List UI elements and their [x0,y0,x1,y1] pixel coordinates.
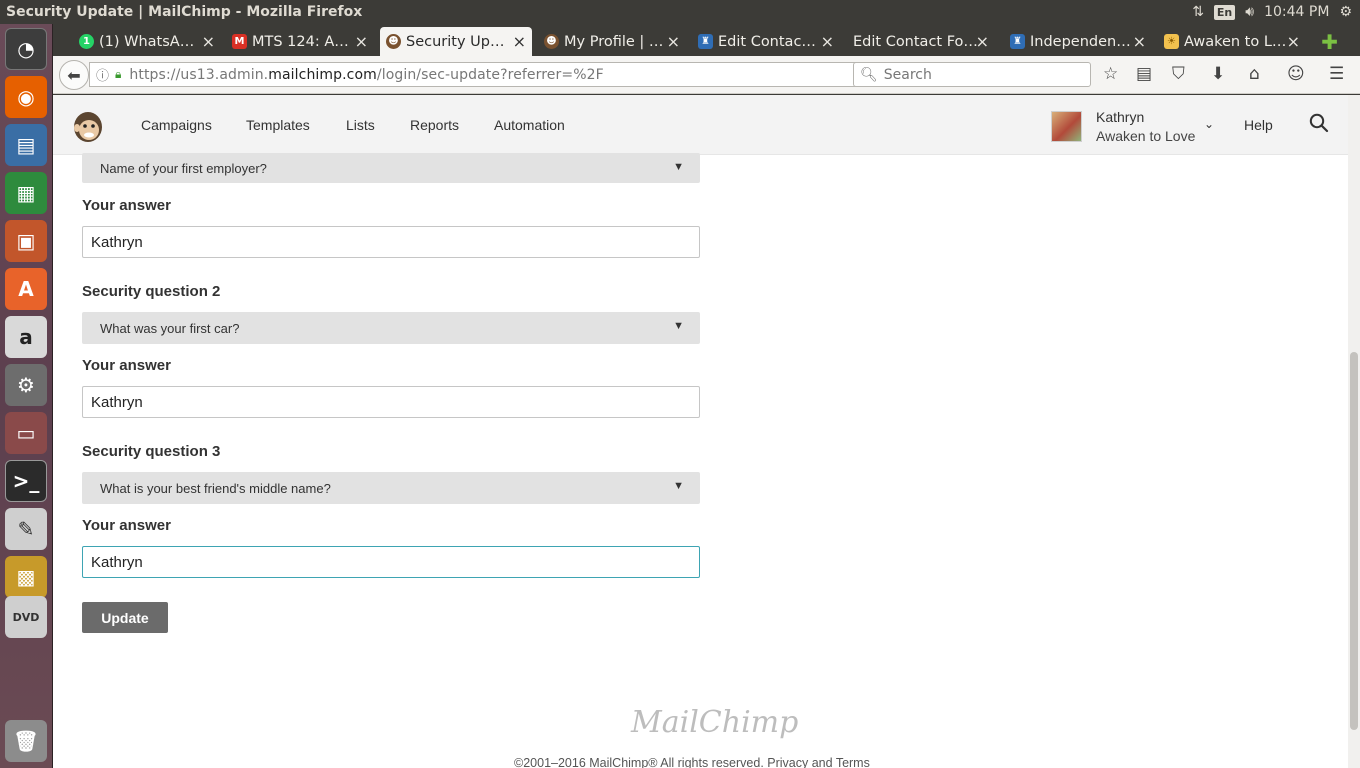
answer-3-input[interactable]: Kathryn [82,546,700,578]
site-icon: ♜ [698,34,713,49]
whatsapp-icon: 1 [79,34,94,49]
menu-icon[interactable]: ☰ [1329,64,1344,84]
close-tab-icon[interactable]: × [976,32,989,51]
chevron-down-icon: ▼ [673,480,684,492]
security-question-3-select[interactable]: What is your best friend's middle name? … [82,472,700,504]
presentation-icon[interactable]: ▣ [5,220,47,262]
nav-bar: ⬅︎ ⓘ 🔒︎ https://us13.admin.mailchimp.com… [53,56,1360,94]
tab-gmail[interactable]: M MTS 124: A… × [226,27,374,56]
page-scrollbar-thumb[interactable] [1350,352,1358,730]
keyboard-language[interactable]: En [1213,4,1236,20]
answer-1-input[interactable]: Kathryn [82,226,700,258]
answer-3-label: Your answer [82,517,171,534]
pocket-icon[interactable]: ⛉ [1172,64,1185,84]
search-placeholder: Search [883,66,932,83]
new-tab-plus-icon[interactable]: ✚ [1321,30,1338,54]
tab-security-update[interactable]: ☻ Security Up… × [380,27,532,56]
gmail-icon: M [232,34,247,49]
mailchimp-icon: ☻ [544,34,559,49]
settings-gear-icon[interactable]: ⚙ [1339,4,1352,20]
search-icon[interactable] [1309,113,1329,133]
tab-edit-contact[interactable]: ♜ Edit Contac… × [692,27,840,56]
nav-automation[interactable]: Automation [494,117,565,133]
close-tab-icon[interactable]: × [1287,32,1300,51]
search-bar[interactable]: 🔍︎ Search [853,62,1091,87]
dvd-icon[interactable]: DVD [5,596,47,638]
info-icon[interactable]: ⓘ [96,65,109,84]
nav-reports[interactable]: Reports [410,117,459,133]
amazon-icon[interactable]: a [5,316,47,358]
image-viewer-icon[interactable]: ▩ [5,556,47,598]
tab-bar: 1 (1) WhatsA… × M MTS 124: A… × ☻ Securi… [53,24,1360,56]
footer-mailchimp-logo: MailChimp [631,705,799,740]
close-tab-icon[interactable]: × [667,32,680,51]
back-arrow-icon[interactable]: ⬅︎ [59,60,89,90]
url-text[interactable]: https://us13.admin.mailchimp.com/login/s… [129,67,603,83]
firefox-icon[interactable]: ◉ [5,76,47,118]
awaken-icon: ☀ [1164,34,1179,49]
hello-icon[interactable]: ☺ [1287,64,1305,84]
clock[interactable]: 10:44 PM [1264,4,1329,20]
account-org[interactable]: Awaken to Love [1096,128,1195,144]
nav-lists[interactable]: Lists [346,117,375,133]
avatar[interactable] [1051,111,1082,142]
archive-manager-icon[interactable]: ▭ [5,412,47,454]
search-icon: 🔍︎ [860,66,878,83]
terminal-icon[interactable]: >_ [5,460,47,502]
top-panel: Security Update | MailChimp - Mozilla Fi… [0,0,1360,24]
volume-icon[interactable]: 🔊︎ [1245,4,1254,20]
chevron-down-icon: ▼ [673,320,684,332]
window-title: Security Update | MailChimp - Mozilla Fi… [6,4,363,20]
help-link[interactable]: Help [1244,117,1273,133]
security-question-2-label: Security question 2 [82,283,221,300]
nav-templates[interactable]: Templates [246,117,310,133]
tab-independent[interactable]: ♜ Independen… × [1004,27,1152,56]
chevron-down-icon[interactable]: ⌄ [1204,117,1214,131]
account-name[interactable]: Kathryn [1096,109,1144,125]
mailchimp-logo-icon[interactable] [71,108,105,144]
chevron-down-icon: ▼ [673,161,684,173]
close-tab-icon[interactable]: × [202,32,215,51]
security-question-1-select[interactable]: Name of your first employer? ▼ [82,153,700,183]
system-settings-icon[interactable]: ⚙ [5,364,47,406]
close-tab-icon[interactable]: × [355,32,368,51]
document-writer-icon[interactable]: ▤ [5,124,47,166]
close-tab-icon[interactable]: × [513,32,526,51]
answer-2-input[interactable]: Kathryn [82,386,700,418]
reading-list-icon[interactable]: ▤ [1136,64,1152,84]
text-editor-icon[interactable]: ✎ [5,508,47,550]
dash-home-icon[interactable]: ◔ [5,28,47,70]
site-icon: ♜ [1010,34,1025,49]
tab-awaken-to-love[interactable]: ☀ Awaken to L… × [1158,27,1306,56]
tab-edit-contact-form[interactable]: Edit Contact Fo… × [827,27,995,56]
trash-icon[interactable]: 🗑︎ [5,720,47,762]
system-tray: ⇅ En 🔊︎ 10:44 PM ⚙ [1192,0,1352,24]
mailchimp-header: Campaigns Templates Lists Reports Automa… [53,95,1348,155]
unity-launcher: ◔ ◉ ▤ ▦ ▣ A a ⚙ ▭ >_ ✎ ▩ DVD 🗑︎ [0,24,53,768]
tab-whatsapp[interactable]: 1 (1) WhatsA… × [73,27,221,56]
bookmark-star-icon[interactable]: ☆ [1103,64,1118,84]
nav-campaigns[interactable]: Campaigns [141,117,212,133]
tab-my-profile[interactable]: ☻ My Profile | … × [538,27,686,56]
answer-2-label: Your answer [82,357,171,374]
lock-icon[interactable]: 🔒︎ [115,67,121,82]
mailchimp-icon: ☻ [386,34,401,49]
security-question-2-select[interactable]: What was your first car? ▼ [82,312,700,344]
home-icon[interactable]: ⌂ [1249,64,1260,84]
answer-1-label: Your answer [82,197,171,214]
web-page: Campaigns Templates Lists Reports Automa… [53,95,1348,768]
close-tab-icon[interactable]: × [1133,32,1146,51]
download-icon[interactable]: ⬇︎ [1211,64,1225,84]
footer-copyright: ©2001–2016 MailChimp® All rights reserve… [514,756,870,768]
spreadsheet-icon[interactable]: ▦ [5,172,47,214]
security-question-3-label: Security question 3 [82,443,221,460]
network-icon[interactable]: ⇅ [1192,4,1204,20]
url-bar[interactable]: ⓘ 🔒︎ https://us13.admin.mailchimp.com/lo… [89,62,895,87]
software-center-icon[interactable]: A [5,268,47,310]
update-button[interactable]: Update [82,602,168,633]
